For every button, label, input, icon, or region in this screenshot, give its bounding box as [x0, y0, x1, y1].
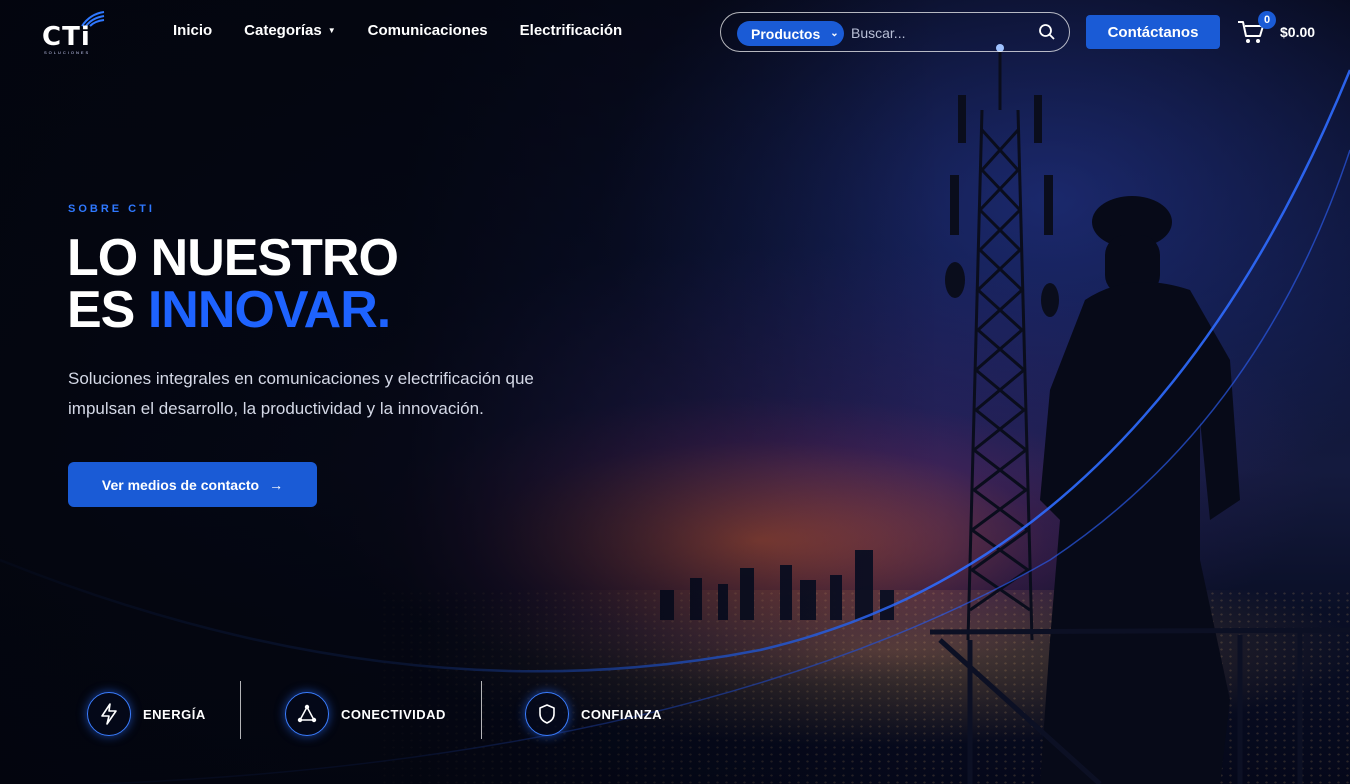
- nav-item-electrificacion[interactable]: Electrificación: [520, 22, 623, 39]
- shield-icon: [525, 692, 569, 736]
- lightning-icon: [87, 692, 131, 736]
- feature-energia: ENERGÍA: [87, 692, 206, 736]
- logo-text: CTi: [42, 22, 91, 52]
- logo-subtitle: SOLUCIONES: [44, 50, 91, 55]
- caret-down-icon: ▼: [327, 26, 336, 35]
- hero-eyebrow: SOBRE CTI: [68, 203, 155, 215]
- nav-item-categorias[interactable]: Categorías ▼: [244, 22, 335, 39]
- feature-conectividad: CONECTIVIDAD: [285, 692, 446, 736]
- contact-button[interactable]: Contáctanos: [1086, 15, 1220, 49]
- nav-label: Categorías: [244, 22, 322, 39]
- feature-divider: [481, 681, 482, 739]
- contact-cta-button[interactable]: Ver medios de contacto →: [68, 462, 317, 507]
- hero-headline: LO NUESTRO ES INNOVAR.: [67, 229, 399, 339]
- cta-label: Ver medios de contacto: [101, 476, 260, 493]
- cart-total[interactable]: $0.00: [1280, 24, 1315, 40]
- hero-subtext: Soluciones integrales en comunicaciones …: [68, 369, 534, 418]
- feature-label: ENERGÍA: [143, 706, 206, 722]
- network-icon: [285, 692, 329, 736]
- search-bar: Productos ⌄: [720, 12, 1070, 52]
- main-menu: Inicio Categorías ▼ Comunicaciones Electr…: [173, 22, 654, 39]
- chevron-down-icon: ⌄: [830, 28, 839, 39]
- feature-confianza: CONFIANZA: [525, 692, 662, 736]
- feature-label: CONECTIVIDAD: [341, 706, 446, 722]
- brand-logo[interactable]: CTi SOLUCIONES: [42, 8, 112, 56]
- nav-item-inicio[interactable]: Inicio: [173, 22, 212, 39]
- nav-item-comunicaciones[interactable]: Comunicaciones: [368, 22, 488, 39]
- search-icon[interactable]: [1038, 23, 1056, 41]
- nav-label: Inicio: [173, 22, 213, 39]
- headline-line-1: LO NUESTRO: [67, 229, 399, 287]
- search-input[interactable]: [851, 22, 1021, 44]
- nav-label: Comunicaciones: [367, 22, 488, 39]
- top-navigation: CTi SOLUCIONES Inicio Categorías ▼ Comuni…: [0, 0, 1350, 64]
- headline-accent: INNOVAR.: [147, 281, 391, 339]
- category-select-value: Productos: [751, 25, 821, 42]
- headline-line-2-prefix: ES: [67, 281, 148, 339]
- feature-label: CONFIANZA: [581, 706, 663, 722]
- arrow-right-icon: →: [269, 476, 284, 493]
- cart-count-badge: 0: [1258, 11, 1276, 29]
- nav-label: Electrificación: [519, 22, 623, 39]
- feature-divider: [240, 681, 241, 739]
- category-select[interactable]: Productos ⌄: [737, 21, 844, 46]
